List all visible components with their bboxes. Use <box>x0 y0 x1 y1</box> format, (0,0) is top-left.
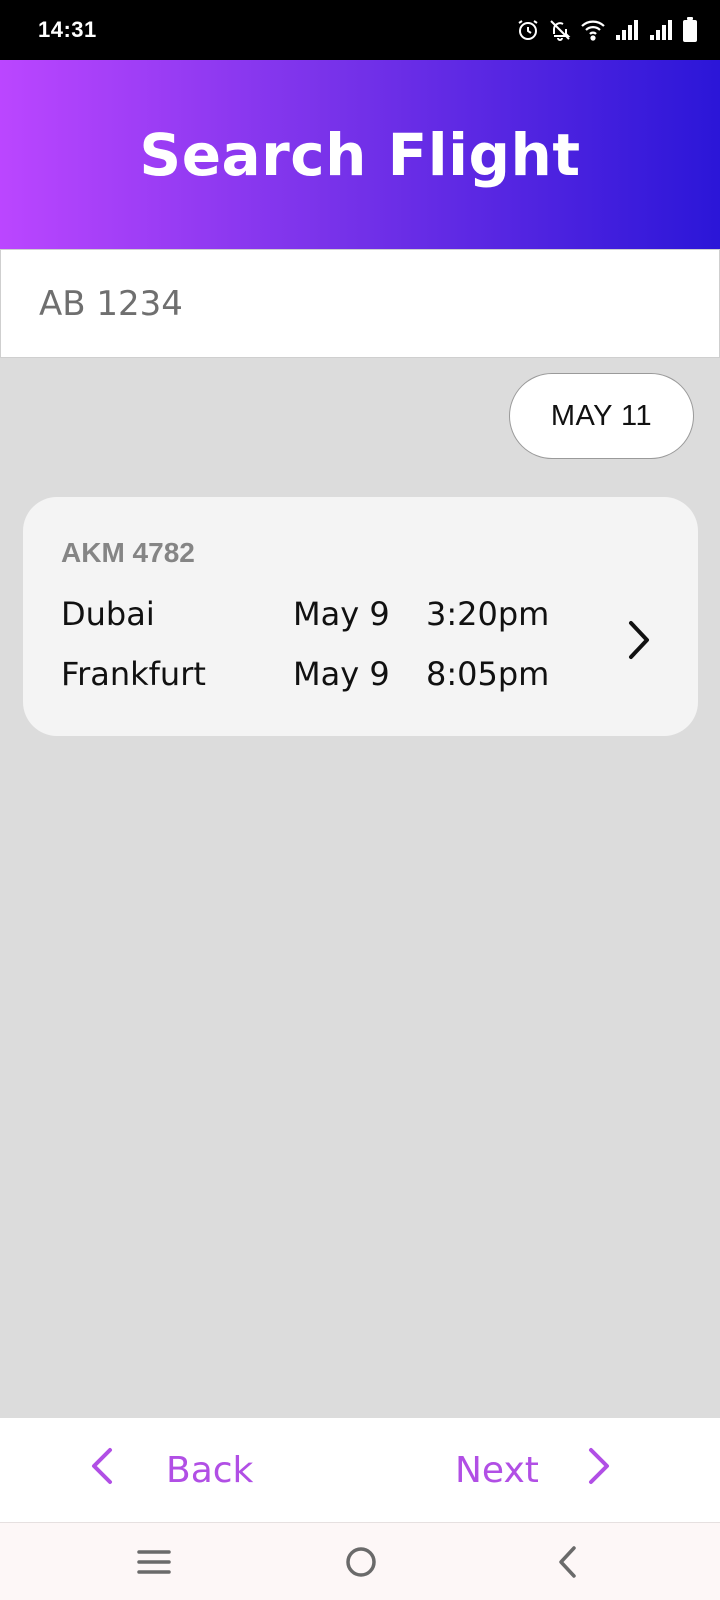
alarm-icon <box>516 18 540 42</box>
flight-search-field[interactable] <box>0 249 720 358</box>
wifi-icon <box>580 18 606 42</box>
mute-icon <box>548 18 572 42</box>
chevron-left-icon <box>88 1446 116 1495</box>
departure-row: Dubai May 9 3:20pm <box>23 595 623 639</box>
status-bar: 14:31 <box>0 0 720 60</box>
arrival-time: 8:05pm <box>426 655 550 693</box>
chevron-right-icon[interactable] <box>621 615 657 665</box>
departure-date: May 9 <box>293 595 390 633</box>
departure-time: 3:20pm <box>426 595 550 633</box>
arrival-city: Frankfurt <box>61 655 206 693</box>
status-time: 14:31 <box>38 17 97 42</box>
back-label: Back <box>166 1449 254 1491</box>
back-button[interactable]: Back <box>88 1418 253 1522</box>
flight-code: AKM 4782 <box>61 537 195 568</box>
system-nav-bar <box>0 1522 720 1600</box>
arrival-date: May 9 <box>293 655 390 693</box>
header: Search Flight <box>0 60 720 249</box>
next-button[interactable]: Next <box>455 1418 613 1522</box>
bottom-nav-bar: Back Next <box>0 1418 720 1522</box>
signal-icon <box>648 18 674 42</box>
page-title: Search Flight <box>139 120 581 189</box>
screen: 14:31 Search Flight AB 1234 MAY 11 AKM 4… <box>0 0 720 1600</box>
arrival-row: Frankfurt May 9 8:05pm <box>23 655 623 699</box>
status-icons <box>516 17 698 43</box>
home-icon[interactable] <box>336 1523 386 1600</box>
flight-result-card[interactable]: AKM 4782 Dubai May 9 3:20pm Frankfurt Ma… <box>23 497 698 736</box>
signal-icon <box>614 18 640 42</box>
recents-icon[interactable] <box>130 1523 178 1600</box>
chevron-right-icon <box>585 1446 613 1495</box>
date-selector-button[interactable]: MAY 11 <box>509 373 694 459</box>
flight-number-input[interactable] <box>39 283 639 324</box>
battery-icon <box>682 17 698 43</box>
next-label: Next <box>455 1449 539 1491</box>
departure-city: Dubai <box>61 595 155 633</box>
system-back-icon[interactable] <box>548 1523 588 1600</box>
